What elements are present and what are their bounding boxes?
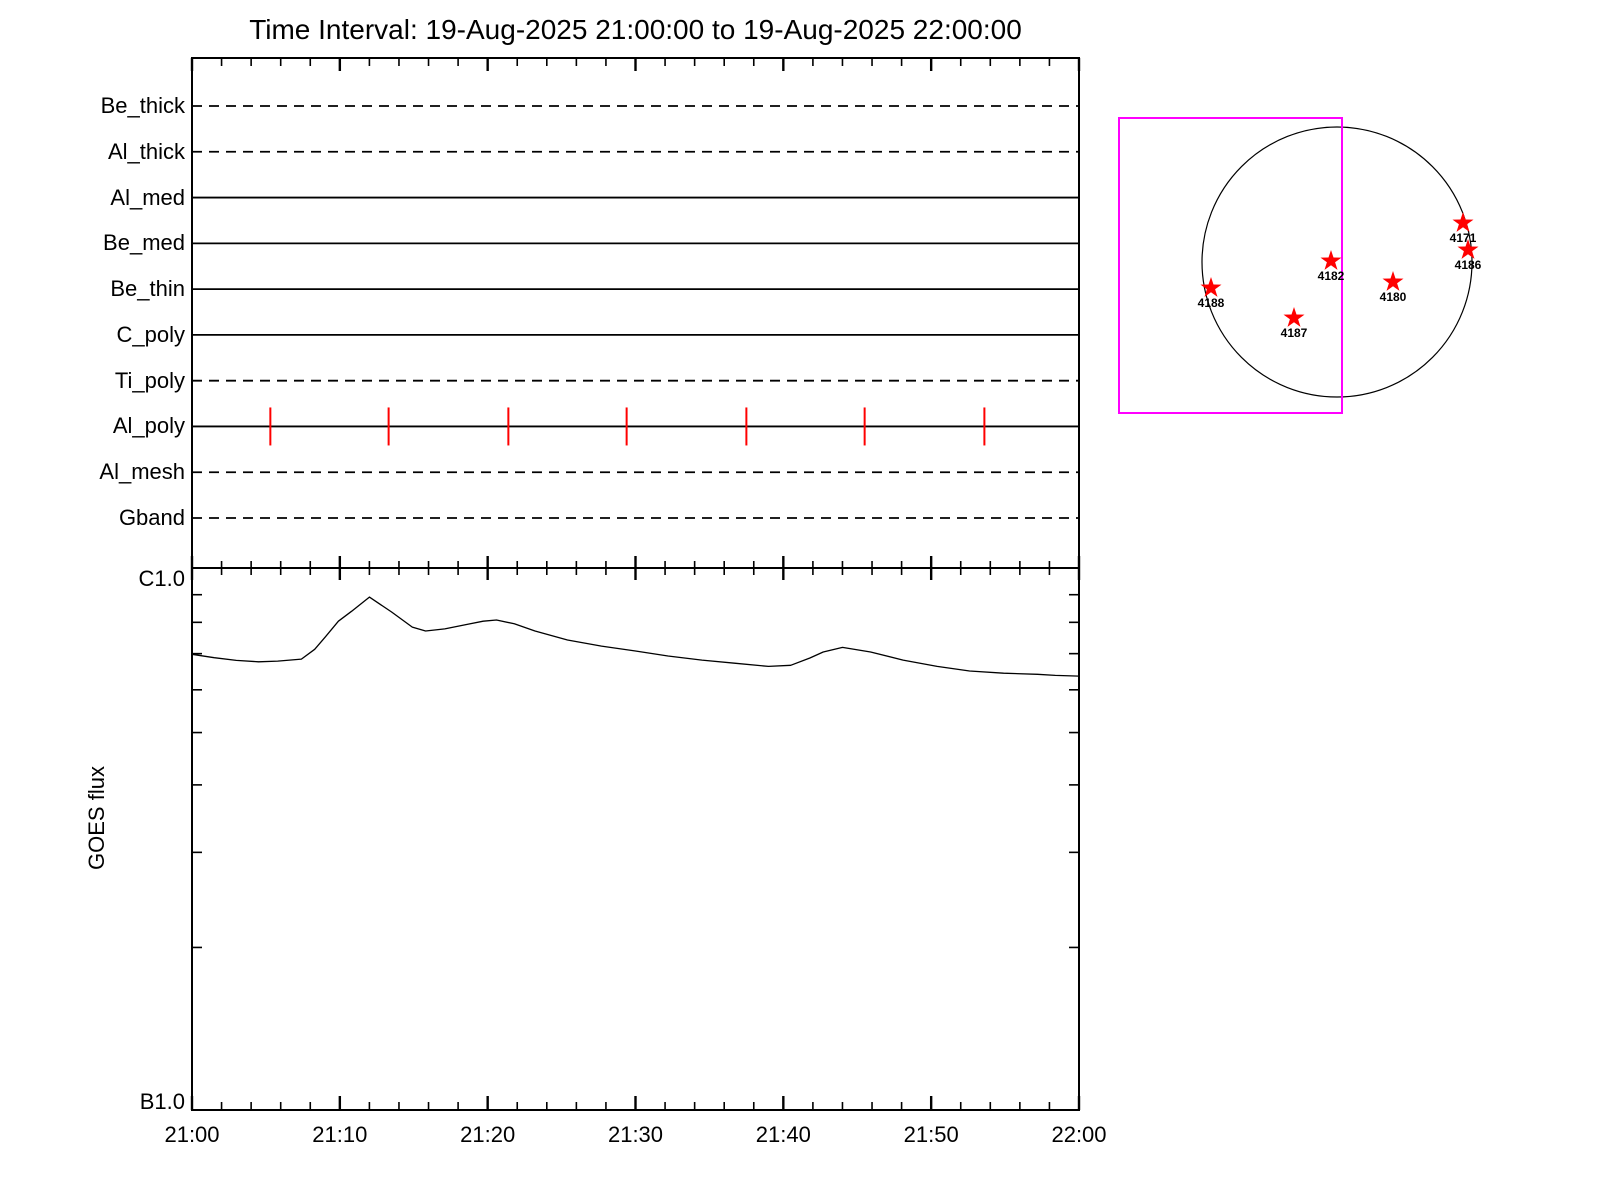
goes-panel-border xyxy=(191,567,1080,1111)
active-region-label: 4180 xyxy=(1379,290,1407,304)
filter-panel-border xyxy=(191,57,1080,569)
x-tick-label-2130: 21:30 xyxy=(607,1122,664,1147)
filter-label-be-thick: Be_thick xyxy=(100,93,185,118)
goes-y-axis-top-label: C1.0 xyxy=(138,566,185,591)
solar-disk xyxy=(1201,126,1473,398)
x-tick-label-2200: 22:00 xyxy=(1051,1122,1107,1147)
filter-label-be-med: Be_med xyxy=(103,230,185,256)
active-region-label: 4188 xyxy=(1197,296,1225,310)
active-region-label: 4186 xyxy=(1454,258,1482,272)
active-region-label: 4182 xyxy=(1317,269,1345,283)
goes-flux-axis-title: GOES flux xyxy=(84,766,109,870)
active-region-star-icon xyxy=(1283,307,1305,327)
filter-label-al-med: Al_med xyxy=(110,184,185,210)
goes-y-axis-bottom-label: B1.0 xyxy=(139,1089,185,1114)
filter-label-be-thin: Be_thin xyxy=(110,276,185,302)
xrt-goes-timeline-page: Time Interval: 19-Aug-2025 21:00:00 to 1… xyxy=(0,0,1600,1200)
active-region-label: 4171 xyxy=(1449,231,1477,245)
filter-label-al-poly: Al_poly xyxy=(112,413,185,439)
x-tick-label-2100: 21:00 xyxy=(164,1122,220,1147)
x-tick-label-2150: 21:50 xyxy=(903,1122,959,1147)
plot-canvas xyxy=(190,57,1479,1111)
filter-label-al-thick: Al_thick xyxy=(107,138,185,164)
active-region-star-icon xyxy=(1382,271,1404,291)
fov-box xyxy=(1118,117,1343,414)
filter-label-ti-poly: Ti_poly xyxy=(114,367,185,393)
x-tick-label-2110: 21:10 xyxy=(312,1122,368,1147)
active-region-star-icon xyxy=(1320,250,1342,270)
active-region-label: 4187 xyxy=(1280,326,1308,340)
page-title: Time Interval: 19-Aug-2025 21:00:00 to 1… xyxy=(249,14,1022,45)
filter-label-c-poly: C_poly xyxy=(116,321,185,347)
x-tick-label-2120: 21:20 xyxy=(460,1122,516,1147)
goes-flux-curve xyxy=(191,596,1080,677)
x-tick-label-2140: 21:40 xyxy=(755,1122,811,1147)
filter-label-al-mesh: Al_mesh xyxy=(99,459,185,485)
filter-label-gband: Gband xyxy=(118,505,185,531)
active-region-star-icon xyxy=(1452,212,1474,232)
